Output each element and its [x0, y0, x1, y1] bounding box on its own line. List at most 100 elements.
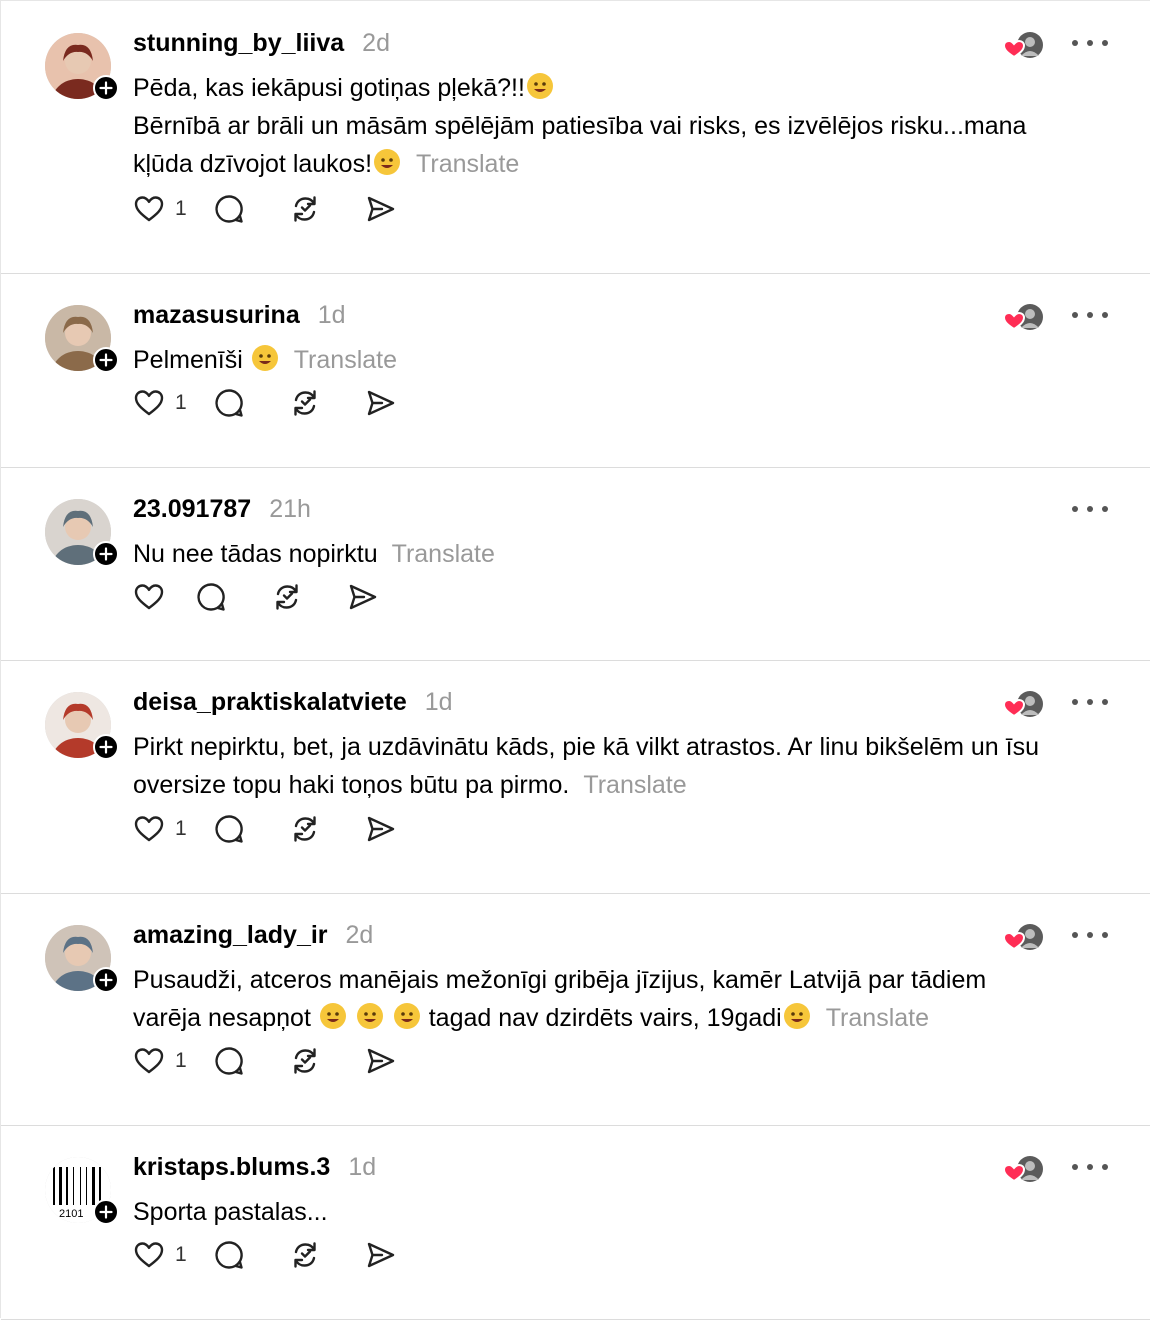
translate-link[interactable]: Translate	[294, 346, 397, 374]
share-button[interactable]	[365, 1239, 405, 1271]
timestamp: 1d	[317, 301, 346, 329]
like-button[interactable]	[133, 581, 195, 613]
username[interactable]: deisa_praktiskalatviete	[133, 688, 407, 717]
post-actions: 1	[133, 1045, 405, 1077]
more-dots-icon[interactable]	[1072, 925, 1108, 945]
reply-button[interactable]	[213, 1239, 289, 1271]
reply-button[interactable]	[213, 387, 289, 419]
text-line: Pirkt nepirktu, bet, ja uzdāvinātu kāds,…	[133, 728, 1078, 766]
post-actions: 1	[133, 813, 405, 845]
username[interactable]: kristaps.blums.3	[133, 1153, 330, 1182]
plus-icon[interactable]	[93, 541, 119, 567]
timestamp: 1d	[424, 688, 453, 716]
like-button[interactable]: 1	[133, 193, 213, 225]
text-line: varēja nesapņot tagad nav dzirdēts vairs…	[133, 999, 1078, 1037]
username[interactable]: stunning_by_liiva	[133, 29, 344, 58]
translate-link[interactable]: Translate	[583, 771, 686, 799]
liked-by-author-icon	[1002, 301, 1046, 333]
post-text: Sporta pastalas...	[133, 1193, 1078, 1231]
send-icon	[365, 1239, 397, 1271]
reply-button[interactable]	[195, 581, 271, 613]
more-dots-icon[interactable]	[1072, 692, 1108, 712]
share-button[interactable]	[365, 813, 405, 845]
avatar-container	[45, 499, 119, 567]
more-dots-icon[interactable]	[1072, 33, 1108, 53]
post-actions: 1	[133, 193, 405, 225]
share-button[interactable]	[365, 387, 405, 419]
translate-link[interactable]: Translate	[826, 1004, 929, 1032]
like-button[interactable]: 1	[133, 1239, 213, 1271]
reply-post: amazing_lady_ir 2d Pusaudži, atceros manēj…	[1, 893, 1150, 1126]
post-header: amazing_lady_ir 2d	[133, 921, 373, 950]
text-content: oversize topu haki toņos būtu pa pirmo.	[133, 771, 570, 799]
timestamp: 2d	[345, 921, 374, 949]
username[interactable]: amazing_lady_ir	[133, 921, 328, 950]
comment-bubble-icon	[213, 1239, 245, 1271]
plus-icon[interactable]	[93, 347, 119, 373]
more-dots-icon[interactable]	[1072, 1157, 1108, 1177]
yum-emoji	[251, 345, 278, 371]
translate-link[interactable]: Translate	[416, 150, 519, 178]
timestamp: 1d	[348, 1153, 377, 1181]
text-line: oversize topu haki toņos būtu pa pirmo. T…	[133, 766, 1078, 804]
post-text: Pelmenīši Translate	[133, 341, 1078, 379]
reply-button[interactable]	[213, 813, 289, 845]
liked-by-author-icon	[1002, 921, 1046, 953]
avatar-container	[45, 33, 119, 101]
text-content: Pēda, kas iekāpusi gotiņas pļekā?!!	[133, 74, 525, 102]
username[interactable]: 23.091787	[133, 495, 251, 524]
comment-bubble-icon	[195, 581, 227, 613]
repost-button[interactable]	[289, 387, 365, 419]
share-button[interactable]	[365, 1045, 405, 1077]
repost-button[interactable]	[289, 193, 365, 225]
timestamp: 2d	[362, 29, 390, 57]
like-button[interactable]: 1	[133, 813, 213, 845]
text-line: Nu nee tādas nopirktu Translate	[133, 535, 1078, 573]
avatar-container: 2101	[45, 1157, 119, 1225]
repost-arrows-icon	[289, 387, 321, 419]
replies-feed: stunning_by_liiva 2d Pēda, kas iekāpusi go…	[0, 0, 1150, 1320]
comment-bubble-icon	[213, 1045, 245, 1077]
repost-arrows-icon	[289, 813, 321, 845]
send-icon	[365, 813, 397, 845]
heart-icon	[133, 1239, 165, 1271]
repost-button[interactable]	[271, 581, 347, 613]
text-line: Bērnībā ar brāli un māsām spēlējām patie…	[133, 107, 1078, 183]
svg-text:2101: 2101	[59, 1208, 83, 1220]
avatar-container	[45, 305, 119, 373]
plus-icon[interactable]	[93, 75, 119, 101]
repost-arrows-icon	[289, 1239, 321, 1271]
reply-post: mazasusurina 1d Pelmenīši Translate 1	[1, 273, 1150, 468]
post-actions: 1	[133, 387, 405, 419]
share-button[interactable]	[365, 193, 405, 225]
plus-icon[interactable]	[93, 1199, 119, 1225]
reply-post: 2101 kristaps.blums.3 1d Sporta pastalas...…	[1, 1125, 1150, 1320]
like-count: 1	[175, 817, 187, 840]
heart-icon	[133, 813, 165, 845]
more-dots-icon[interactable]	[1072, 499, 1108, 519]
text-content: Pirkt nepirktu, bet, ja uzdāvinātu kāds,…	[133, 733, 1039, 761]
plus-icon[interactable]	[93, 734, 119, 760]
heart-icon	[133, 193, 165, 225]
repost-button[interactable]	[289, 1239, 365, 1271]
liked-by-author-icon	[1002, 688, 1046, 720]
post-text: Nu nee tādas nopirktu Translate	[133, 535, 1078, 573]
like-button[interactable]: 1	[133, 387, 213, 419]
share-button[interactable]	[347, 581, 387, 613]
plus-icon[interactable]	[93, 967, 119, 993]
comment-bubble-icon	[213, 813, 245, 845]
heart-icon	[133, 1045, 165, 1077]
like-count: 1	[175, 197, 187, 220]
like-button[interactable]: 1	[133, 1045, 213, 1077]
reply-button[interactable]	[213, 1045, 289, 1077]
repost-arrows-icon	[289, 193, 321, 225]
post-text: Pēda, kas iekāpusi gotiņas pļekā?!! Bērnī…	[133, 69, 1078, 183]
reply-button[interactable]	[213, 193, 289, 225]
repost-button[interactable]	[289, 1045, 365, 1077]
repost-button[interactable]	[289, 813, 365, 845]
translate-link[interactable]: Translate	[392, 540, 495, 568]
post-actions: 1	[133, 1239, 405, 1271]
username[interactable]: mazasusurina	[133, 301, 300, 330]
more-dots-icon[interactable]	[1072, 305, 1108, 325]
like-count: 1	[175, 1049, 187, 1072]
